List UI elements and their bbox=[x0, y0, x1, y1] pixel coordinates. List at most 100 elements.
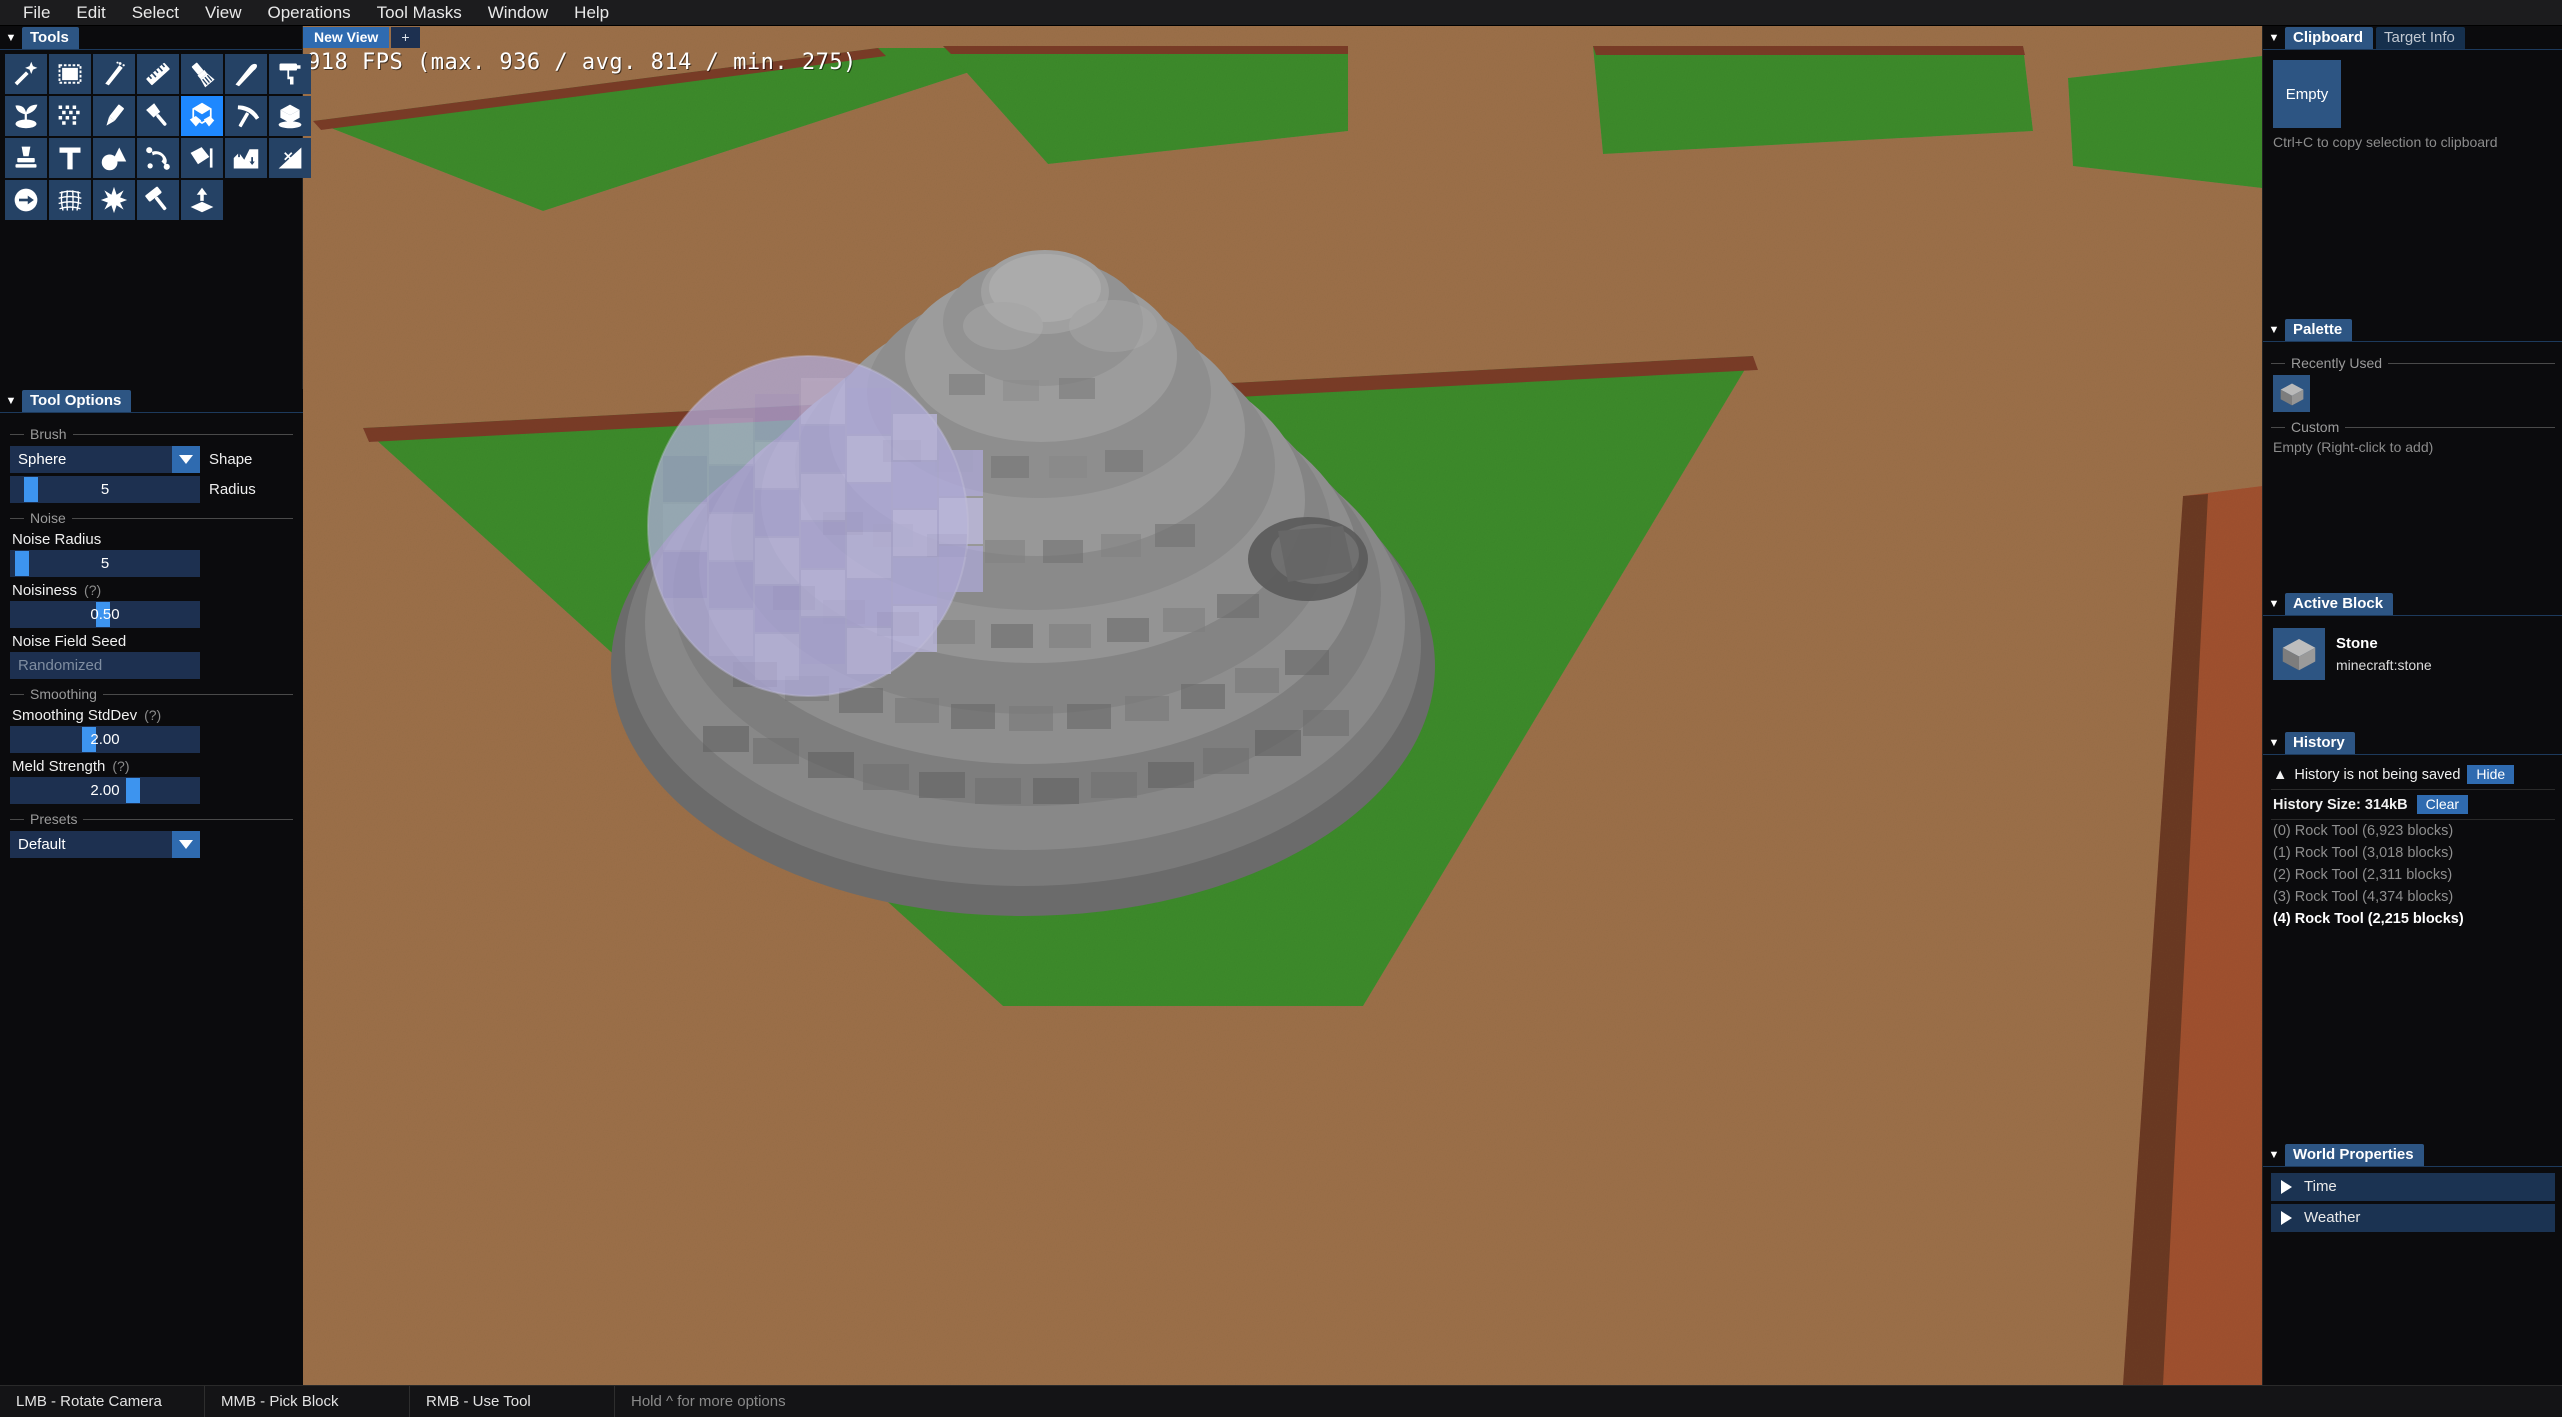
noise-radius-slider[interactable]: 5 bbox=[10, 550, 200, 577]
tool-grid bbox=[0, 50, 311, 220]
tab-clipboard[interactable]: Clipboard bbox=[2285, 26, 2373, 49]
collapse-caret-icon[interactable]: ▼ bbox=[2263, 731, 2285, 755]
pickaxe-tool[interactable] bbox=[225, 96, 267, 136]
menu-view[interactable]: View bbox=[192, 0, 255, 26]
world-properties-panel: ▼ World Properties Time Weather bbox=[2263, 1143, 2562, 1235]
text-tool[interactable] bbox=[49, 138, 91, 178]
active-block-thumbnail[interactable] bbox=[2273, 628, 2325, 680]
spray-brush-tool[interactable] bbox=[93, 54, 135, 94]
history-clear-button[interactable]: Clear bbox=[2416, 795, 2469, 814]
active-block-row[interactable]: Stone minecraft:stone bbox=[2273, 628, 2555, 680]
history-panel-title[interactable]: History bbox=[2285, 731, 2355, 754]
extrude-up-icon bbox=[190, 187, 214, 213]
menu-file[interactable]: File bbox=[10, 0, 63, 26]
mallet-tool[interactable] bbox=[137, 180, 179, 220]
history-entry[interactable]: (4) Rock Tool (2,215 blocks) bbox=[2271, 908, 2555, 930]
chevron-right-icon bbox=[2281, 1179, 2292, 1194]
flip-tool[interactable] bbox=[181, 138, 223, 178]
smoothing-stddev-slider[interactable]: 2.00 bbox=[10, 726, 200, 753]
smoothing-stddev-help-icon[interactable]: (?) bbox=[144, 707, 161, 723]
shapes-icon bbox=[101, 147, 127, 171]
menu-window[interactable]: Window bbox=[475, 0, 561, 26]
paint-brush-tool[interactable] bbox=[181, 54, 223, 94]
world-property-weather[interactable]: Weather bbox=[2271, 1204, 2555, 1232]
slope-tool[interactable] bbox=[269, 138, 311, 178]
collapse-caret-icon[interactable]: ▼ bbox=[2263, 318, 2285, 342]
brush-radius-slider[interactable]: 5 bbox=[10, 476, 200, 503]
stone-block-icon bbox=[2280, 383, 2303, 405]
custom-label: Custom bbox=[2291, 419, 2340, 435]
spatula-tool[interactable] bbox=[137, 96, 179, 136]
history-panel: ▼ History ▲ History is not being saved H… bbox=[2263, 731, 2562, 930]
mesh-tool[interactable] bbox=[49, 180, 91, 220]
measure-tool[interactable] bbox=[137, 54, 179, 94]
collapse-caret-icon[interactable]: ▼ bbox=[2263, 26, 2285, 50]
noise-field-seed-input[interactable]: Randomized bbox=[10, 652, 200, 679]
preset-select[interactable]: Default bbox=[10, 831, 200, 858]
palette-block-stone[interactable] bbox=[2273, 375, 2310, 412]
noisiness-help-icon[interactable]: (?) bbox=[84, 582, 101, 598]
tool-options-title[interactable]: Tool Options bbox=[22, 389, 132, 412]
text-icon bbox=[59, 147, 81, 170]
foliage-tool[interactable] bbox=[5, 96, 47, 136]
brush-shape-select[interactable]: Sphere bbox=[10, 446, 200, 473]
history-entry[interactable]: (3) Rock Tool (4,374 blocks) bbox=[2271, 886, 2555, 908]
path-tool[interactable] bbox=[137, 138, 179, 178]
history-entry[interactable]: (2) Rock Tool (2,311 blocks) bbox=[2271, 864, 2555, 886]
paint-roller-tool[interactable] bbox=[269, 54, 311, 94]
ruler-icon bbox=[146, 62, 170, 86]
dither-scatter-icon bbox=[58, 105, 80, 125]
palette-panel-title[interactable]: Palette bbox=[2285, 318, 2353, 341]
block-place-tool[interactable] bbox=[269, 96, 311, 136]
add-view-tab-button[interactable]: + bbox=[391, 27, 420, 48]
tab-target-info[interactable]: Target Info bbox=[2376, 26, 2465, 49]
voxel-scene[interactable] bbox=[303, 26, 2262, 1385]
active-block-panel-title[interactable]: Active Block bbox=[2285, 592, 2394, 615]
move-tool[interactable] bbox=[5, 180, 47, 220]
history-warning-row: ▲ History is not being saved Hide bbox=[2271, 761, 2555, 790]
history-hide-button[interactable]: Hide bbox=[2467, 765, 2515, 784]
stamp-icon bbox=[15, 146, 37, 168]
brush-shape-label: Shape bbox=[209, 451, 253, 468]
noisiness-slider[interactable]: 0.50 bbox=[10, 601, 200, 628]
group-smoothing-label: Smoothing bbox=[30, 686, 97, 702]
world-properties-title[interactable]: World Properties bbox=[2285, 1143, 2424, 1166]
noisiness-value: 0.50 bbox=[90, 606, 120, 623]
pen-tool[interactable] bbox=[93, 96, 135, 136]
chevron-down-icon[interactable] bbox=[172, 831, 200, 858]
custom-empty-hint: Empty (Right-click to add) bbox=[2273, 439, 2434, 455]
rock-tool[interactable] bbox=[181, 96, 223, 136]
menu-select[interactable]: Select bbox=[119, 0, 192, 26]
meld-strength-help-icon[interactable]: (?) bbox=[112, 758, 129, 774]
collapse-caret-icon[interactable]: ▼ bbox=[0, 26, 22, 50]
stamp-tool[interactable] bbox=[5, 138, 47, 178]
collapse-caret-icon[interactable]: ▼ bbox=[0, 389, 22, 413]
history-entry[interactable]: (0) Rock Tool (6,923 blocks) bbox=[2271, 820, 2555, 842]
tools-panel-title[interactable]: Tools bbox=[22, 26, 79, 49]
meld-strength-slider[interactable]: 2.00 bbox=[10, 777, 200, 804]
brush-shape-value: Sphere bbox=[18, 451, 67, 468]
clipboard-thumbnail[interactable]: Empty bbox=[2273, 60, 2341, 128]
menu-edit[interactable]: Edit bbox=[63, 0, 118, 26]
history-entry[interactable]: (1) Rock Tool (3,018 blocks) bbox=[2271, 842, 2555, 864]
world-property-time[interactable]: Time bbox=[2271, 1173, 2555, 1201]
menu-help[interactable]: Help bbox=[561, 0, 622, 26]
tab-new-view[interactable]: New View bbox=[303, 27, 390, 48]
tools-panel-header: ▼ Tools bbox=[0, 26, 302, 50]
raise-lower-tool[interactable] bbox=[225, 138, 267, 178]
marquee-select-tool[interactable] bbox=[49, 54, 91, 94]
menu-operations[interactable]: Operations bbox=[255, 0, 364, 26]
extrude-tool[interactable] bbox=[181, 180, 223, 220]
brush-stroke-tool[interactable] bbox=[225, 54, 267, 94]
erode-tool[interactable] bbox=[93, 180, 135, 220]
collapse-caret-icon[interactable]: ▼ bbox=[2263, 1143, 2285, 1167]
viewport-3d[interactable]: New View + 918 FPS (max. 936 / avg. 814 … bbox=[303, 26, 2262, 1385]
scatter-tool[interactable] bbox=[49, 96, 91, 136]
shapes-tool[interactable] bbox=[93, 138, 135, 178]
menu-tool-masks[interactable]: Tool Masks bbox=[364, 0, 475, 26]
pen-icon bbox=[106, 104, 124, 126]
magic-wand-tool[interactable] bbox=[5, 54, 47, 94]
magic-wand-icon bbox=[14, 61, 38, 86]
collapse-caret-icon[interactable]: ▼ bbox=[2263, 592, 2285, 616]
chevron-down-icon[interactable] bbox=[172, 446, 200, 473]
